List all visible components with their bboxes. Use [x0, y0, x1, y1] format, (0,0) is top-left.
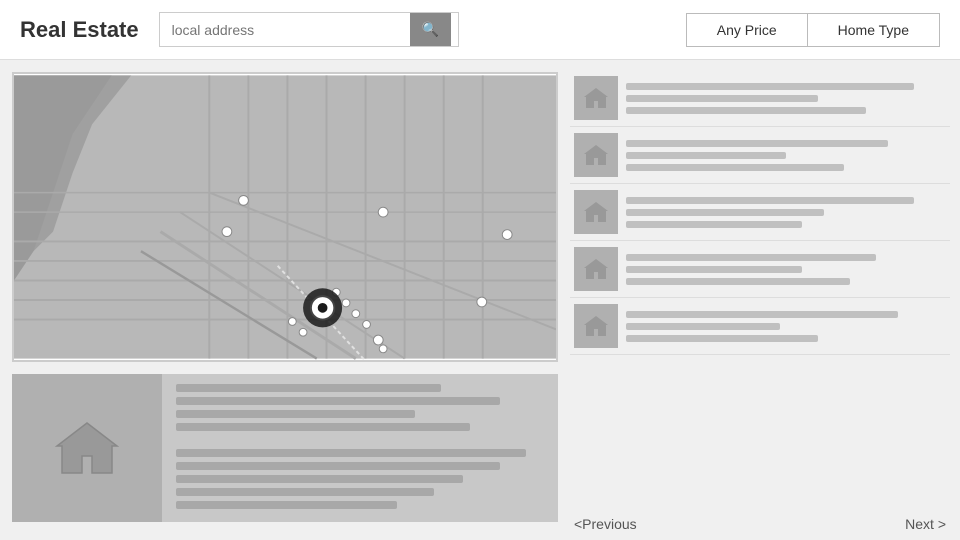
listing-lines-5	[626, 311, 946, 342]
listing-item[interactable]	[570, 184, 950, 241]
house-icon-large	[52, 418, 122, 478]
listing-lines-4	[626, 254, 946, 285]
map-container[interactable]	[12, 72, 558, 362]
next-button[interactable]: Next >	[905, 516, 946, 532]
listing-lines-3	[626, 197, 946, 228]
app-title: Real Estate	[20, 17, 139, 43]
listing-item[interactable]	[570, 127, 950, 184]
detail-line-1	[176, 384, 441, 392]
listing-line-2b	[626, 152, 786, 159]
listing-lines-1	[626, 83, 946, 114]
listing-line-3b	[626, 209, 824, 216]
listing-line-5a	[626, 311, 898, 318]
listing-thumb-5	[574, 304, 618, 348]
detail-line-6	[176, 462, 500, 470]
pagination: <Previous Next >	[570, 508, 950, 540]
house-icon-2	[582, 143, 610, 167]
listing-thumb-4	[574, 247, 618, 291]
listing-line-4b	[626, 266, 802, 273]
previous-button[interactable]: <Previous	[574, 516, 637, 532]
search-bar: 🔍	[159, 12, 459, 47]
listing-thumb-1	[574, 76, 618, 120]
detail-line-9	[176, 501, 397, 509]
house-icon-4	[582, 257, 610, 281]
listing-line-4a	[626, 254, 876, 261]
detail-line-5	[176, 449, 526, 457]
detail-image	[12, 374, 162, 522]
listing-line-1a	[626, 83, 914, 90]
listing-line-1b	[626, 95, 818, 102]
listing-line-2a	[626, 140, 888, 147]
listing-line-5b	[626, 323, 780, 330]
detail-text	[162, 374, 558, 522]
header: Real Estate 🔍 Any Price Home Type	[0, 0, 960, 60]
listing-line-5c	[626, 335, 818, 342]
listing-line-3a	[626, 197, 914, 204]
listing-line-1c	[626, 107, 866, 114]
filter-buttons: Any Price Home Type	[686, 13, 940, 47]
detail-line-7	[176, 475, 463, 483]
map-svg	[14, 74, 556, 360]
listing-item[interactable]	[570, 241, 950, 298]
detail-line-4	[176, 423, 470, 431]
house-icon-3	[582, 200, 610, 224]
listing-thumb-3	[574, 190, 618, 234]
detail-line-3	[176, 410, 415, 418]
listing-lines-2	[626, 140, 946, 171]
main-content: <Previous Next >	[0, 60, 960, 540]
home-type-button[interactable]: Home Type	[807, 13, 940, 47]
house-icon-1	[582, 86, 610, 110]
detail-bottom-block	[176, 449, 544, 509]
listing-thumb-2	[574, 133, 618, 177]
listing-line-2c	[626, 164, 844, 171]
listing-item[interactable]	[570, 70, 950, 127]
listing-list	[570, 70, 950, 508]
detail-line-8	[176, 488, 434, 496]
house-icon-5	[582, 314, 610, 338]
listing-line-3c	[626, 221, 802, 228]
detail-line-2	[176, 397, 500, 405]
search-button[interactable]: 🔍	[410, 13, 451, 46]
right-panel: <Previous Next >	[570, 60, 960, 540]
detail-card	[12, 374, 558, 522]
listing-line-4c	[626, 278, 850, 285]
detail-top-block	[176, 384, 544, 431]
search-input[interactable]	[160, 14, 410, 46]
any-price-button[interactable]: Any Price	[686, 13, 807, 47]
listing-item[interactable]	[570, 298, 950, 355]
left-panel	[0, 60, 570, 540]
